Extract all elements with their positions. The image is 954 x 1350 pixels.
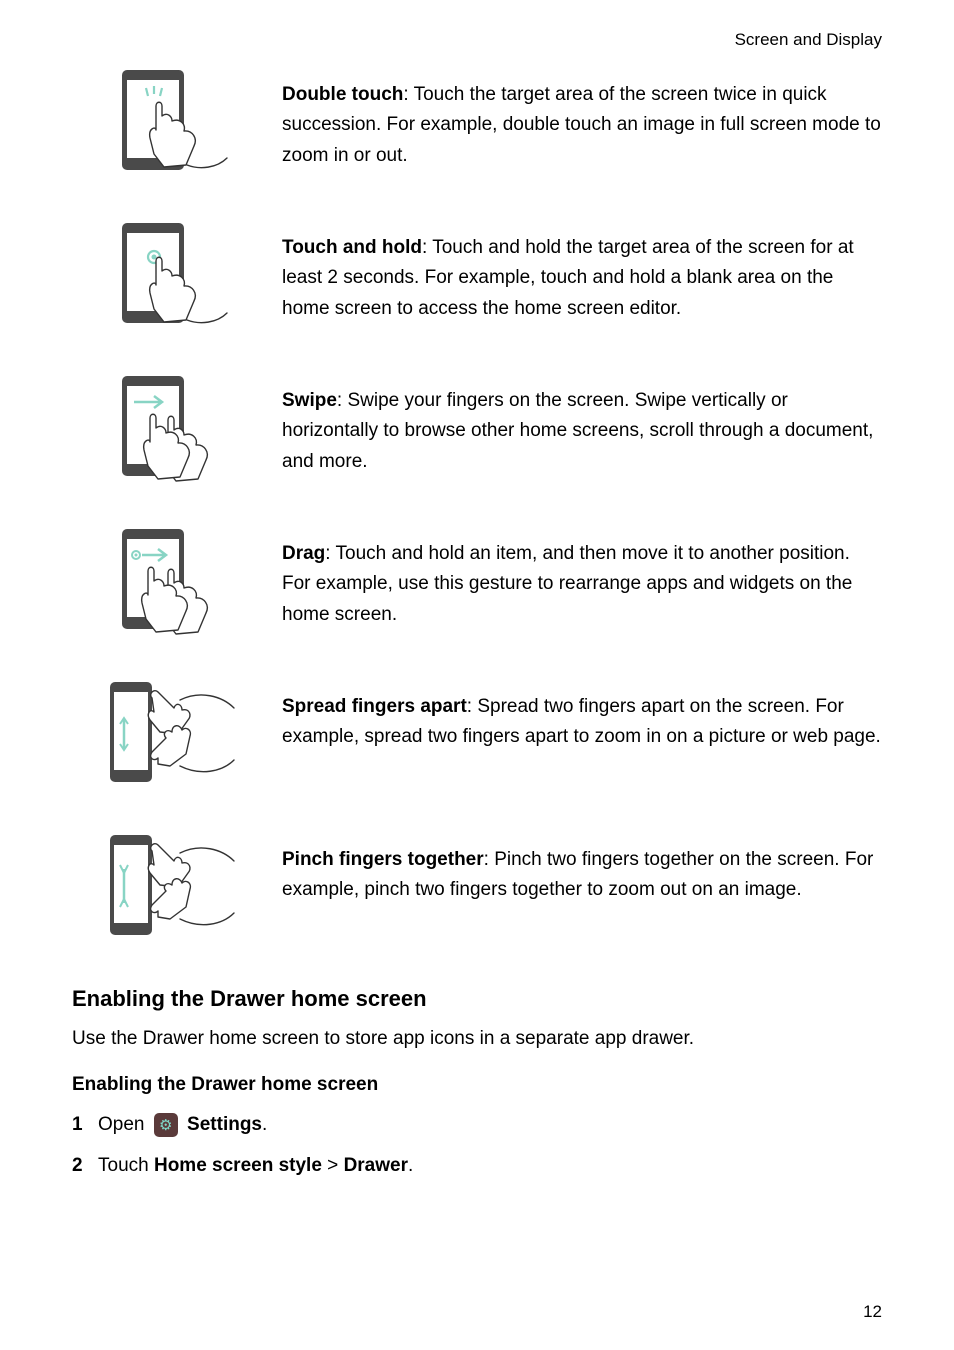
gesture-text: Double touch: Touch the target area of t… — [282, 68, 882, 171]
home-screen-style-label: Home screen style — [154, 1155, 322, 1176]
step-number: 1 — [72, 1110, 98, 1140]
settings-label: Settings — [187, 1114, 262, 1135]
step-text: Open Settings. — [98, 1110, 267, 1140]
gesture-touch-hold: Touch and hold: Touch and hold the targe… — [72, 221, 882, 336]
gesture-title: Touch and hold — [282, 237, 422, 258]
spread-icon — [72, 680, 282, 795]
page-number: 12 — [863, 1302, 882, 1322]
gesture-text: Touch and hold: Touch and hold the targe… — [282, 221, 882, 324]
gesture-title: Spread fingers apart — [282, 696, 467, 717]
step-1: 1 Open Settings. — [72, 1110, 882, 1140]
double-touch-icon — [72, 68, 282, 183]
gesture-drag: Drag: Touch and hold an item, and then m… — [72, 527, 882, 642]
gesture-desc: : Swipe your fingers on the screen. Swip… — [282, 390, 873, 472]
drawer-heading: Enabling the Drawer home screen — [72, 986, 882, 1012]
drawer-intro: Use the Drawer home screen to store app … — [72, 1024, 882, 1054]
step-2: 2 Touch Home screen style > Drawer. — [72, 1151, 882, 1181]
gesture-title: Drag — [282, 543, 325, 564]
gesture-text: Swipe: Swipe your fingers on the screen.… — [282, 374, 882, 477]
gesture-double-touch: Double touch: Touch the target area of t… — [72, 68, 882, 183]
drawer-label: Drawer — [344, 1155, 408, 1176]
drawer-subheading: Enabling the Drawer home screen — [72, 1074, 882, 1096]
gesture-desc: : Touch and hold an item, and then move … — [282, 543, 852, 625]
gesture-title: Pinch fingers together — [282, 849, 484, 870]
gesture-title: Double touch — [282, 84, 403, 105]
gesture-spread: Spread fingers apart: Spread two fingers… — [72, 680, 882, 795]
section-header: Screen and Display — [72, 30, 882, 50]
pinch-icon — [72, 833, 282, 948]
gesture-pinch: Pinch fingers together: Pinch two finger… — [72, 833, 882, 948]
gesture-text: Pinch fingers together: Pinch two finger… — [282, 833, 882, 906]
period: . — [408, 1155, 413, 1176]
gesture-swipe: Swipe: Swipe your fingers on the screen.… — [72, 374, 882, 489]
gesture-title: Swipe — [282, 390, 337, 411]
step-touch-text: Touch — [98, 1155, 154, 1176]
drag-icon — [72, 527, 282, 642]
gesture-text: Drag: Touch and hold an item, and then m… — [282, 527, 882, 630]
swipe-icon — [72, 374, 282, 489]
touch-hold-icon — [72, 221, 282, 336]
period: . — [262, 1114, 267, 1135]
gt-separator: > — [322, 1155, 344, 1176]
gesture-text: Spread fingers apart: Spread two fingers… — [282, 680, 882, 753]
settings-icon — [154, 1113, 178, 1137]
step-open-text: Open — [98, 1114, 150, 1135]
step-text: Touch Home screen style > Drawer. — [98, 1151, 413, 1181]
step-number: 2 — [72, 1151, 98, 1181]
